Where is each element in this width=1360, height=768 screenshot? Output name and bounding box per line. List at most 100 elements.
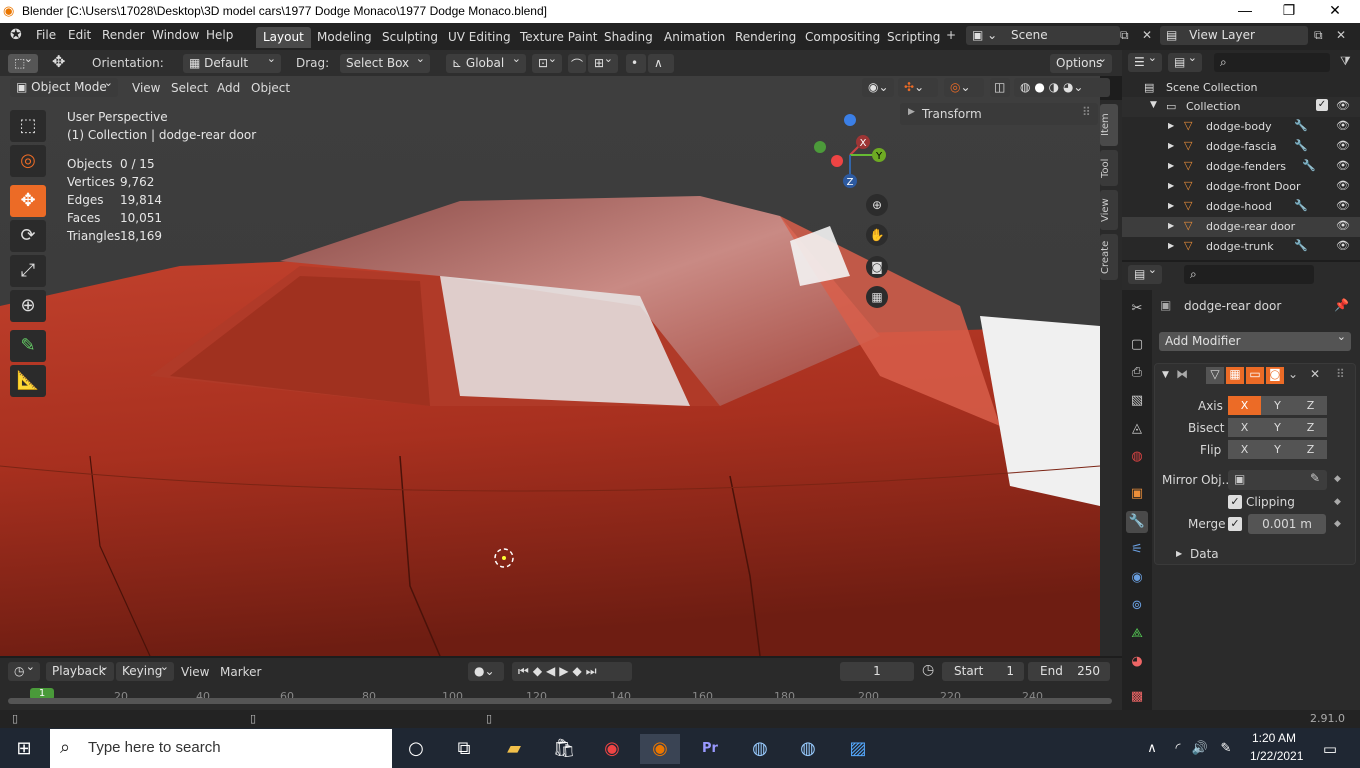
timeline-menu-marker[interactable]: Marker [220,665,261,679]
notification-icon[interactable]: ▭ [1310,734,1350,764]
tab-modeling[interactable]: Modeling [310,27,379,48]
select-box-tool[interactable]: ⬚ [10,110,46,142]
next-keyframe-icon[interactable]: ◆ [573,664,586,678]
blender-menu-icon[interactable]: ✪ [10,27,22,43]
flip-z-toggle[interactable]: Z [1294,440,1327,459]
visibility-eye-icon[interactable]: 👁 [1336,219,1350,232]
mirror-object-field[interactable]: ▣ ✎ [1228,470,1327,490]
modifier-wrench-icon[interactable]: 🔧 [1294,239,1308,252]
steam-icon[interactable]: ◍ [740,734,780,764]
outliner-item-dodge-rear-door[interactable]: ▶ ▽ dodge-rear door 👁 [1122,217,1360,237]
display-mode-dropdown[interactable]: ▤ [1168,53,1202,72]
eyedropper-icon[interactable]: ✎ [1310,471,1320,485]
properties-search[interactable]: ⌕ [1184,265,1314,284]
object-tab-icon[interactable]: ▣ [1126,483,1148,505]
jump-end-icon[interactable]: ⏭ [586,664,601,678]
viewport-menu-add[interactable]: Add [217,81,240,95]
drag-handle-icon[interactable]: ⠿ [1082,105,1091,119]
render-tab-icon[interactable]: ▢ [1126,334,1148,356]
texture-tab-icon[interactable]: ▩ [1126,686,1148,708]
visibility-eye-icon[interactable]: 👁 [1336,199,1350,212]
outliner-item-dodge-trunk[interactable]: ▶ ▽ dodge-trunk 🔧 👁 [1122,237,1360,257]
cursor-tool[interactable]: ◎ [10,145,46,177]
windows-start-icon[interactable]: ⊞ [4,734,44,764]
keying-dropdown[interactable]: Keying [116,662,174,681]
drag-dropdown[interactable]: Select Box [340,54,430,73]
sidebar-tab-tool[interactable]: Tool [1100,150,1118,186]
play-icon[interactable]: ▶ [559,664,572,678]
viewport-menu-select[interactable]: Select [171,81,208,95]
xray-toggle[interactable]: ◫ [990,78,1010,97]
tab-rendering[interactable]: Rendering [728,27,803,48]
gizmo-x-negative[interactable] [831,155,843,167]
premiere-icon[interactable]: Pr [690,734,730,764]
add-workspace-icon[interactable]: + [946,28,956,42]
transform-panel-header[interactable]: ▶ Transform ⠿ [900,103,1098,125]
material-shading-icon[interactable]: ◑ [1049,80,1059,94]
menu-file[interactable]: File [36,28,56,42]
material-tab-icon[interactable]: ◕ [1126,651,1148,673]
expand-arrow-icon[interactable]: ▶ [1168,161,1174,170]
collection-visibility-icon[interactable]: 👁 [1336,99,1350,112]
data-tab-icon[interactable]: ⟁ [1126,623,1148,645]
modifier-wrench-icon[interactable]: 🔧 [1294,139,1308,152]
chrome-icon[interactable]: ◉ [592,734,632,764]
steam-icon-2[interactable]: ◍ [788,734,828,764]
tab-shading[interactable]: Shading [597,27,660,48]
rotate-tool[interactable]: ⟳ [10,220,46,252]
viewport-menu-object[interactable]: Object [251,81,290,95]
end-frame-field[interactable]: End 250 [1028,662,1110,681]
task-view-icon[interactable]: ⧉ [444,734,484,764]
photos-icon[interactable]: ▨ [838,734,878,764]
new-scene-icon[interactable]: ⧉ [1120,28,1129,43]
add-modifier-button[interactable]: Add Modifier [1159,332,1351,351]
merge-checkbox[interactable]: ✓ [1228,517,1242,531]
flip-x-toggle[interactable]: X [1228,440,1261,459]
bisect-z-toggle[interactable]: Z [1294,418,1327,437]
output-tab-icon[interactable]: ⎙ [1126,362,1148,384]
annotate-tool[interactable]: ✎ [10,330,46,362]
3d-viewport[interactable] [0,76,1100,656]
outliner-item-dodge-body[interactable]: ▶ ▽ dodge-body 🔧 👁 [1122,117,1360,137]
close-icon[interactable]: ✕ [1312,2,1358,19]
file-explorer-icon[interactable]: ▰ [494,734,534,764]
axis-x-toggle[interactable]: X [1228,396,1261,415]
menu-edit[interactable]: Edit [68,28,91,42]
merge-distance-field[interactable]: 0.001 m [1248,514,1326,534]
falloff-dropdown[interactable]: ∧ [648,54,674,73]
visibility-eye-icon[interactable]: 👁 [1336,179,1350,192]
transform-orientation-dropdown[interactable]: ⊾ Global [446,54,526,73]
cortana-icon[interactable]: ○ [396,734,436,764]
modifier-tab-icon[interactable]: 🔧 [1126,511,1148,533]
blender-taskbar-icon[interactable]: ◉ [640,734,680,764]
tab-compositing[interactable]: Compositing [798,27,887,48]
move-tool[interactable]: ✥ [10,185,46,217]
data-subpanel-label[interactable]: Data [1190,547,1219,561]
playback-dropdown[interactable]: Playback [46,662,114,681]
filter-icon[interactable]: ⧩ [1340,54,1351,69]
delete-view-layer-icon[interactable]: ✕ [1336,28,1346,42]
taskbar-date[interactable]: 1/22/2021 [1250,749,1303,763]
properties-editor-dropdown[interactable]: ▤ [1128,265,1162,284]
sidebar-tab-create[interactable]: Create [1100,234,1118,280]
auto-keying-toggle[interactable]: ●⌄ [468,662,504,681]
tab-scripting[interactable]: Scripting [880,27,947,48]
navigation-gizmo[interactable]: X Y Z [810,110,890,195]
timeline-editor-dropdown[interactable]: ◷ [8,662,40,681]
visibility-eye-icon[interactable]: 👁 [1336,139,1350,152]
tab-animation[interactable]: Animation [657,27,732,48]
tab-layout[interactable]: Layout [256,27,311,48]
menu-window[interactable]: Window [152,28,199,42]
keyframe-dot-icon[interactable]: ◆ [1334,474,1341,484]
options-dropdown[interactable]: Options [1050,54,1112,73]
measure-tool[interactable]: 📐 [10,365,46,397]
taskbar-time[interactable]: 1:20 AM [1252,731,1296,745]
viewport-menu-view[interactable]: View [132,81,160,95]
new-view-layer-icon[interactable]: ⧉ [1314,28,1323,43]
expand-arrow-icon[interactable]: ▶ [1168,141,1174,150]
zoom-icon[interactable]: ⊕ [866,194,888,216]
delete-scene-icon[interactable]: ✕ [1142,28,1152,42]
remove-modifier-icon[interactable]: ✕ [1310,367,1320,381]
sidebar-tab-view[interactable]: View [1100,190,1118,230]
visibility-eye-icon[interactable]: 👁 [1336,119,1350,132]
